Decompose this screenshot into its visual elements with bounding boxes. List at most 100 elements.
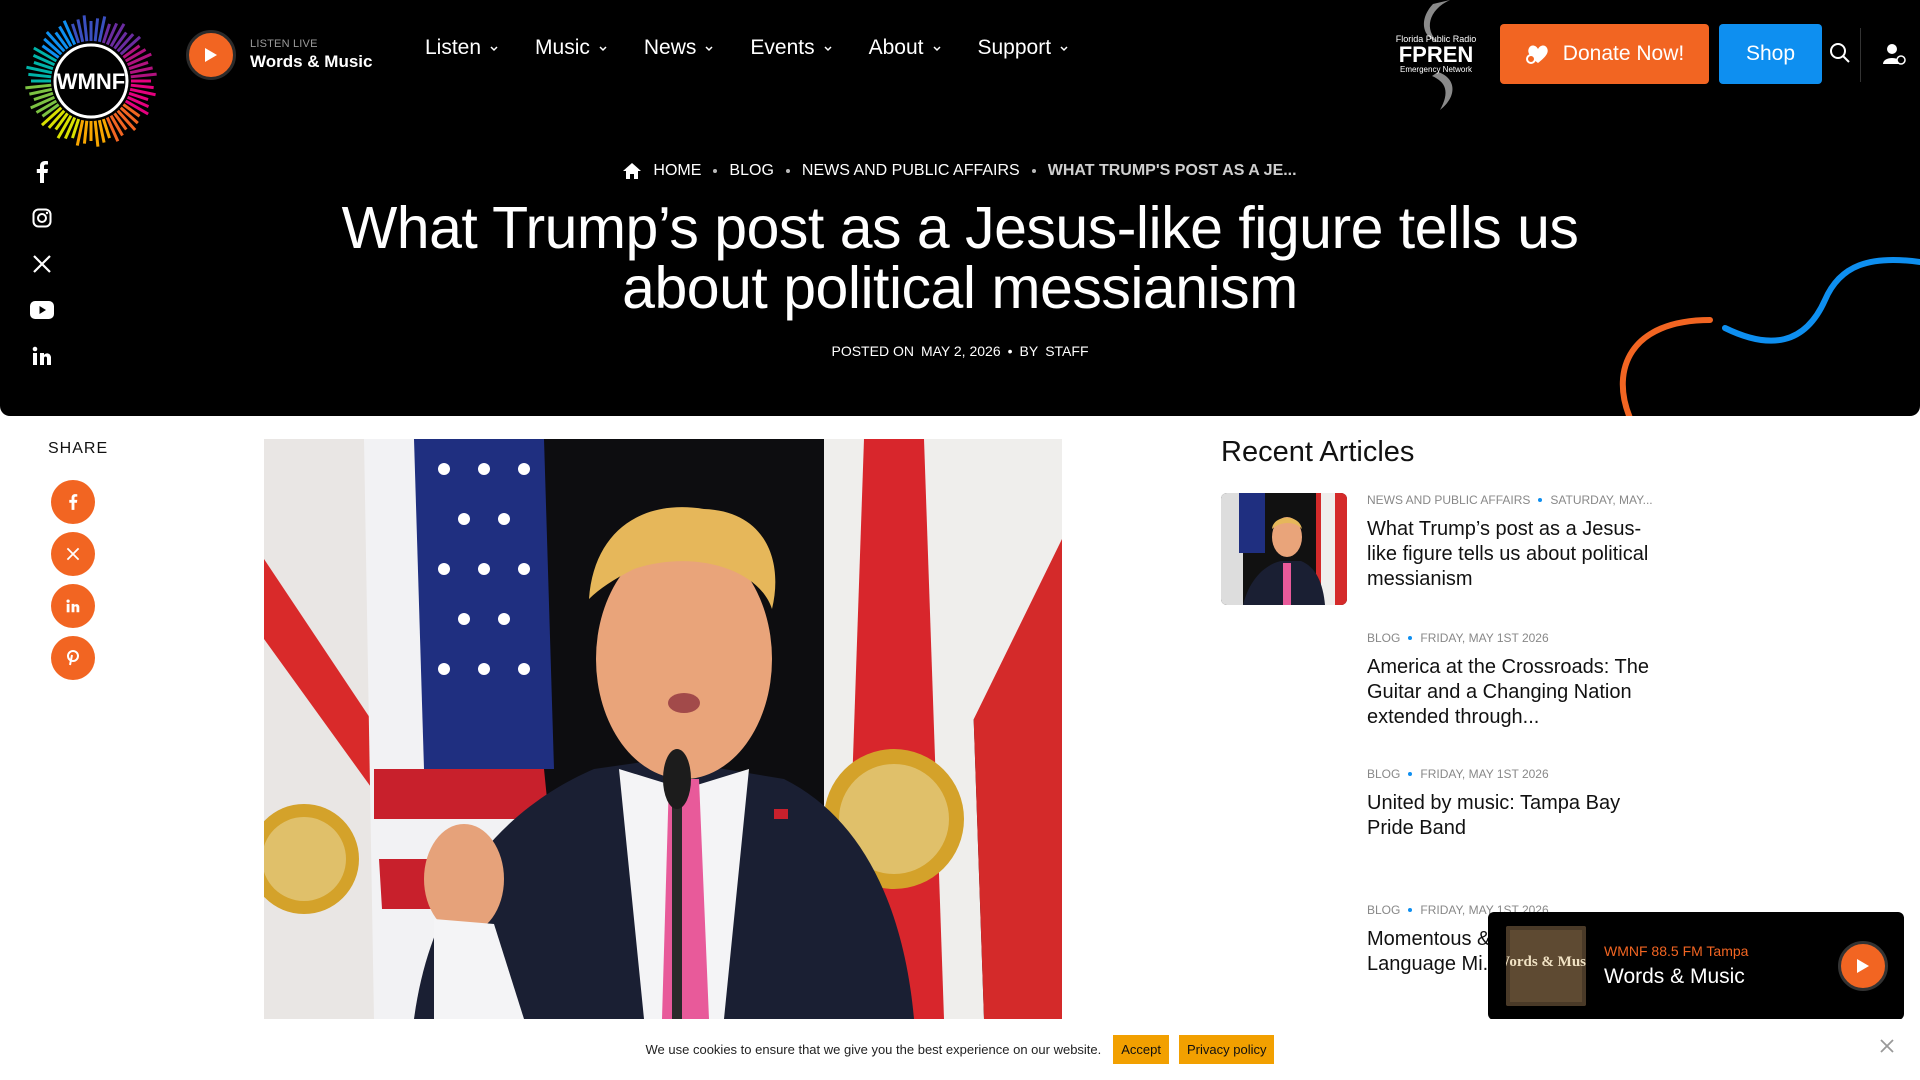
author-link[interactable]: STAFF [1045, 343, 1088, 359]
chevron-down-icon [932, 46, 941, 52]
cookie-message: We use cookies to ensure that we give yo… [645, 1042, 1102, 1057]
share-panel: SHARE [48, 440, 148, 688]
player-show: Words & Music [1604, 965, 1745, 988]
x-icon[interactable] [30, 252, 54, 276]
logo-ray [130, 83, 154, 90]
heart-hand-icon [1525, 45, 1548, 64]
share-pinterest-button[interactable] [51, 636, 95, 680]
nav-label: About [868, 36, 924, 59]
instagram-icon[interactable] [30, 206, 54, 230]
thumbnail-placeholder [1221, 631, 1347, 741]
privacy-policy-button[interactable]: Privacy policy [1179, 1035, 1275, 1064]
play-icon [1857, 959, 1869, 973]
logo-ray [82, 15, 89, 42]
article-category[interactable]: NEWS AND PUBLIC AFFAIRS [1367, 493, 1530, 507]
logo-ray [130, 72, 157, 79]
wmnf-logo[interactable]: WMNF [24, 14, 158, 148]
posted-on-label: POSTED ON [831, 343, 914, 359]
nav-label: News [643, 36, 697, 59]
breadcrumb-home[interactable]: HOME [653, 162, 701, 180]
article-meta: BLOG FRIDAY, MAY 1ST 2026 [1367, 767, 1657, 781]
x-icon [66, 547, 80, 561]
cookie-banner: We use cookies to ensure that we give yo… [0, 1019, 1920, 1080]
chevron-down-icon [599, 46, 607, 52]
shop-button[interactable]: Shop [1719, 24, 1822, 84]
player-station: WMNF 88.5 FM Tampa [1604, 943, 1749, 959]
chevron-down-icon [824, 46, 832, 52]
meta-separator [1408, 772, 1413, 776]
post-date: MAY 2, 2026 [920, 343, 1001, 359]
article-category[interactable]: BLOG [1367, 903, 1400, 917]
article-category[interactable]: BLOG [1367, 767, 1400, 781]
thumbnail-placeholder [1221, 903, 1347, 1013]
by-label: BY [1019, 343, 1039, 359]
breadcrumb-separator [1031, 169, 1036, 173]
article-category[interactable]: BLOG [1367, 631, 1400, 645]
svg-text:WMNF: WMNF [57, 69, 125, 94]
breadcrumb-blog[interactable]: BLOG [729, 162, 773, 180]
article-featured-image [264, 439, 1062, 1019]
share-linkedin-button[interactable] [51, 584, 95, 628]
logo-ray [28, 72, 52, 79]
linkedin-icon [66, 599, 80, 613]
share-facebook-button[interactable] [51, 480, 95, 524]
article-headline[interactable]: United by music: Tampa Bay Pride Band [1367, 791, 1662, 841]
play-icon [186, 30, 236, 80]
nav-support[interactable]: Support [978, 36, 1070, 60]
article-date: FRIDAY, MAY 1ST 2026 [1420, 631, 1549, 645]
recent-article-item[interactable]: BLOG FRIDAY, MAY 1ST 2026 United by musi… [1221, 767, 1661, 877]
nav-label: Listen [425, 36, 482, 59]
breadcrumb-current: WHAT TRUMP'S POST AS A JE... [1047, 162, 1297, 179]
user-icon[interactable] [1882, 42, 1906, 71]
nav-music[interactable]: Music [535, 36, 608, 60]
fpren-logo[interactable]: Florida Public Radio FPREN Emergency Net… [1388, 0, 1488, 110]
donate-button[interactable]: Donate Now! [1500, 24, 1709, 84]
nav-news[interactable]: News [644, 36, 715, 60]
article-thumbnail[interactable] [1221, 493, 1347, 605]
article-headline[interactable]: What Trump’s post as a Jesus-like figure… [1367, 517, 1662, 592]
facebook-icon [69, 494, 78, 510]
share-label: SHARE [48, 440, 109, 457]
pinterest-icon [67, 650, 79, 666]
close-icon[interactable] [1880, 1039, 1894, 1053]
breadcrumb-category[interactable]: NEWS AND PUBLIC AFFAIRS [802, 162, 1020, 180]
hero-header: WMNF LISTEN LIVE Words & Music Listen Mu… [0, 0, 1920, 416]
logo-ray [82, 120, 89, 144]
player-play-button[interactable] [1838, 941, 1888, 991]
logo-ray [93, 18, 100, 42]
meta-separator [1408, 908, 1413, 912]
listen-live-show: Words & Music [250, 52, 373, 71]
listen-live-button[interactable]: LISTEN LIVE Words & Music [186, 30, 372, 80]
nav-about[interactable]: About [869, 36, 942, 60]
article-meta: NEWS AND PUBLIC AFFAIRS SATURDAY, MAY... [1367, 493, 1657, 507]
chevron-down-icon [705, 46, 713, 52]
nav-listen[interactable]: Listen [425, 36, 499, 60]
search-icon[interactable] [1829, 42, 1851, 69]
decorative-swirl [1619, 256, 1920, 416]
listen-live-label: LISTEN LIVE [250, 38, 318, 50]
meta-separator [1408, 636, 1413, 640]
nav-label: Events [750, 36, 815, 59]
youtube-icon[interactable] [30, 298, 54, 322]
svg-text:Words & Music: Words & Music [1506, 954, 1586, 970]
article-date: SATURDAY, MAY... [1550, 493, 1653, 507]
nav-label: Music [535, 36, 590, 59]
social-links [30, 160, 54, 368]
recent-article-item[interactable]: NEWS AND PUBLIC AFFAIRS SATURDAY, MAY...… [1221, 493, 1661, 605]
share-x-button[interactable] [51, 532, 95, 576]
header-divider [1860, 28, 1861, 82]
cookie-accept-button[interactable]: Accept [1113, 1035, 1170, 1064]
thumbnail-placeholder [1221, 767, 1347, 877]
recent-article-item[interactable]: BLOG FRIDAY, MAY 1ST 2026 America at the… [1221, 631, 1661, 741]
main-nav: Listen Music News Events About Support [425, 36, 1069, 60]
article-title: What Trump’s post as a Jesus-like figure… [341, 195, 1579, 321]
home-icon[interactable] [623, 163, 642, 179]
logo-ray [25, 83, 52, 90]
breadcrumb-separator [785, 169, 790, 173]
shop-label: Shop [1745, 42, 1796, 65]
recent-articles-title: Recent Articles [1221, 436, 1415, 468]
nav-label: Support [977, 36, 1052, 59]
nav-events[interactable]: Events [750, 36, 832, 60]
breadcrumb: HOME BLOG NEWS AND PUBLIC AFFAIRS WHAT T… [0, 162, 1920, 180]
article-headline[interactable]: America at the Crossroads: The Guitar an… [1367, 655, 1662, 730]
